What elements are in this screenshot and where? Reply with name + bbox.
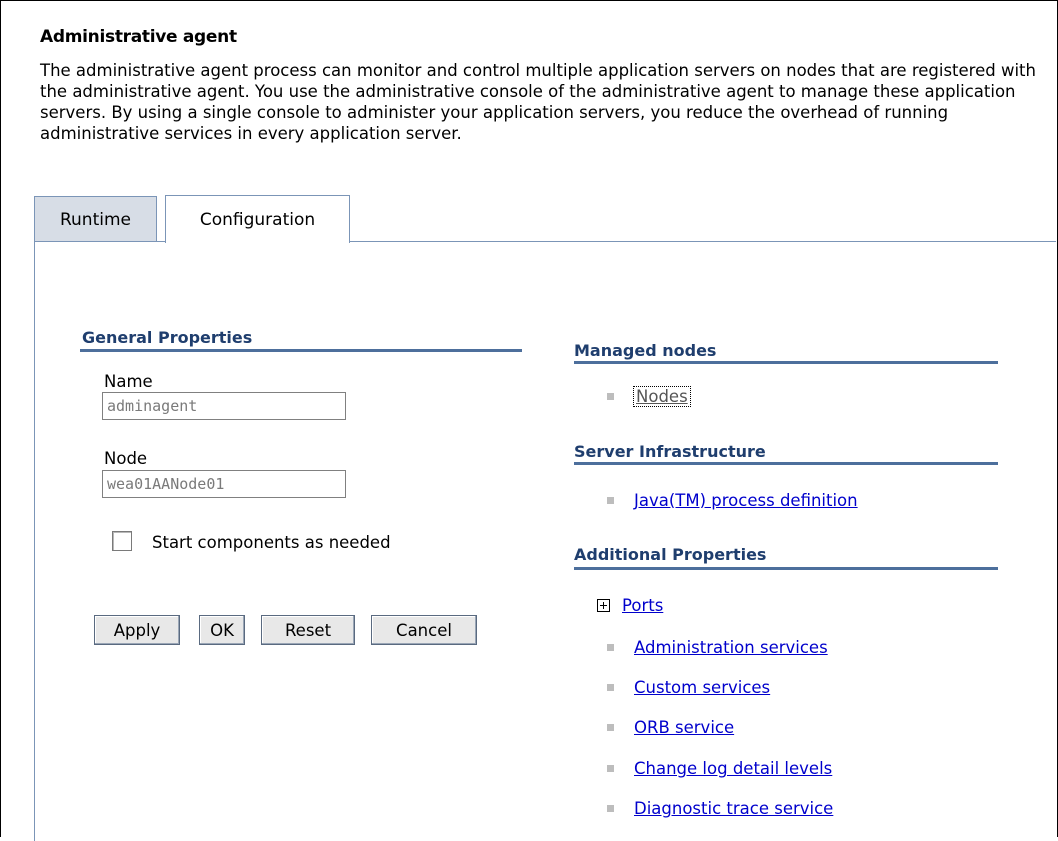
- list-item: Change log detail levels: [607, 759, 832, 778]
- list-item: Diagnostic trace service: [607, 799, 833, 818]
- java-process-definition-link[interactable]: Java(TM) process definition: [634, 491, 858, 510]
- tab-runtime[interactable]: Runtime: [34, 196, 157, 242]
- bullet-icon: [607, 644, 614, 651]
- apply-button[interactable]: Apply: [94, 615, 180, 645]
- additional-properties-rule: [574, 567, 998, 570]
- bullet-icon: [607, 805, 614, 812]
- cancel-button[interactable]: Cancel: [371, 615, 477, 645]
- managed-nodes-heading: Managed nodes: [574, 341, 717, 360]
- bullet-icon: [607, 724, 614, 731]
- tab-configuration[interactable]: Configuration: [165, 195, 350, 243]
- managed-nodes-rule: [574, 361, 998, 364]
- ports-link[interactable]: Ports: [622, 596, 663, 615]
- start-components-checkbox[interactable]: [112, 531, 132, 551]
- general-properties-rule: [80, 349, 522, 352]
- ok-button[interactable]: OK: [199, 615, 245, 645]
- list-item: Java(TM) process definition: [607, 491, 858, 510]
- list-item: ORB service: [607, 718, 734, 737]
- list-item: Custom services: [607, 678, 770, 697]
- bullet-icon: [607, 684, 614, 691]
- name-field[interactable]: [102, 392, 346, 420]
- diagnostic-trace-service-link[interactable]: Diagnostic trace service: [634, 799, 833, 818]
- node-field[interactable]: [102, 470, 346, 498]
- start-components-label: Start components as needed: [152, 533, 391, 552]
- reset-button[interactable]: Reset: [261, 615, 355, 645]
- page-description: The administrative agent process can mon…: [40, 61, 1036, 143]
- server-infrastructure-heading: Server Infrastructure: [574, 442, 766, 461]
- server-infrastructure-rule: [574, 462, 998, 465]
- orb-service-link[interactable]: ORB service: [634, 718, 734, 737]
- bullet-icon: [607, 765, 614, 772]
- general-properties-heading: General Properties: [82, 328, 253, 347]
- node-label: Node: [104, 449, 148, 468]
- bullet-icon: [607, 393, 614, 400]
- page-title: Administrative agent: [40, 27, 237, 47]
- list-item: Nodes: [607, 386, 691, 407]
- list-item: Ports: [597, 596, 663, 615]
- custom-services-link[interactable]: Custom services: [634, 678, 770, 697]
- administration-services-link[interactable]: Administration services: [634, 638, 828, 657]
- change-log-detail-levels-link[interactable]: Change log detail levels: [634, 759, 832, 778]
- expand-plus-icon[interactable]: [597, 599, 610, 612]
- nodes-link[interactable]: Nodes: [633, 386, 691, 407]
- name-label: Name: [104, 372, 153, 391]
- bullet-icon: [607, 497, 614, 504]
- list-item: Administration services: [607, 638, 828, 657]
- additional-properties-heading: Additional Properties: [574, 545, 767, 564]
